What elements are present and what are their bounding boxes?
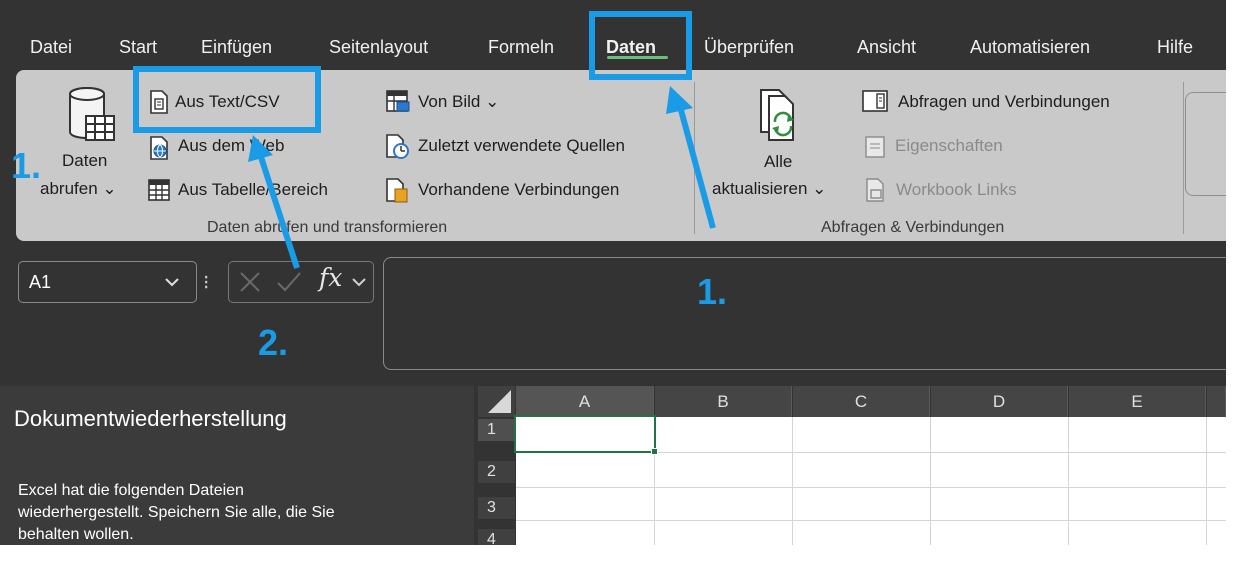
annotation-number-1-center: 1. xyxy=(697,271,728,312)
arrow-to-text-csv xyxy=(258,156,300,269)
annotation-number-1-left: 1. xyxy=(11,145,42,186)
arrowhead-icon xyxy=(666,86,693,114)
arrow-to-daten-tab xyxy=(678,109,716,229)
arrowhead-icon xyxy=(248,135,273,162)
annotation-number-2: 2. xyxy=(258,322,289,363)
annotation-arrows xyxy=(248,86,716,269)
